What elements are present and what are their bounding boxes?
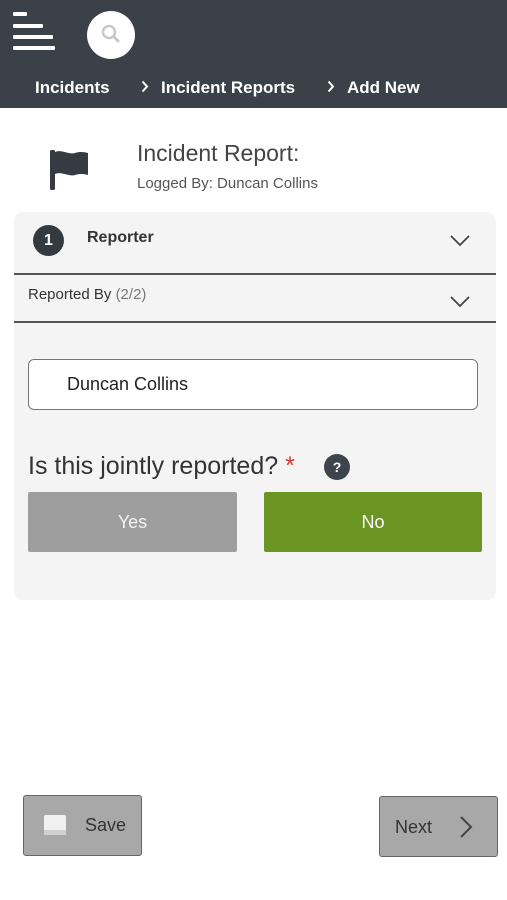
no-button[interactable]: No	[264, 492, 482, 552]
search-button[interactable]	[87, 11, 135, 59]
page-title: Incident Report:	[137, 140, 300, 166]
chevron-right-icon	[460, 816, 473, 838]
reporter-name-value: Duncan Collins	[67, 374, 189, 394]
chevron-right-icon	[327, 80, 335, 93]
reported-by-text: Reported By	[28, 286, 112, 303]
chevron-down-icon[interactable]	[449, 295, 471, 309]
required-indicator: *	[285, 452, 295, 480]
reported-by-section-header[interactable]: Reported By (2/2)	[14, 275, 496, 323]
question-text: Is this jointly reported?	[28, 452, 279, 480]
save-label: Save	[85, 815, 127, 835]
jointly-reported-question: Is this jointly reported? *	[28, 452, 295, 481]
reporter-card: 1 Reporter Reported By (2/2) Duncan Coll…	[14, 212, 496, 600]
top-bar: Incidents Incident Reports Add New	[0, 0, 507, 108]
next-label: Next	[395, 817, 433, 837]
reporter-name-field[interactable]: Duncan Collins	[28, 359, 478, 410]
flag-icon	[50, 150, 88, 190]
chevron-right-icon	[141, 80, 149, 93]
step-header-reporter[interactable]: 1 Reporter	[14, 212, 496, 275]
chevron-down-icon[interactable]	[449, 234, 471, 248]
step-label: Reporter	[87, 229, 154, 246]
save-icon	[44, 815, 66, 835]
yes-button[interactable]: Yes	[28, 492, 237, 552]
help-icon[interactable]: ?	[324, 454, 350, 480]
logged-by-text: Logged By: Duncan Collins	[137, 175, 318, 192]
breadcrumb: Incidents Incident Reports Add New	[0, 78, 507, 102]
reported-by-label: Reported By (2/2)	[28, 286, 146, 303]
breadcrumb-incident-reports[interactable]: Incident Reports	[161, 78, 295, 98]
search-icon	[101, 24, 120, 43]
step-number-badge: 1	[33, 225, 64, 256]
reported-by-count: (2/2)	[115, 286, 147, 303]
next-button[interactable]: Next	[379, 796, 498, 857]
breadcrumb-incidents[interactable]: Incidents	[35, 78, 110, 98]
breadcrumb-add-new: Add New	[347, 78, 420, 97]
save-button[interactable]: Save	[23, 795, 142, 856]
menu-icon[interactable]	[13, 12, 55, 50]
